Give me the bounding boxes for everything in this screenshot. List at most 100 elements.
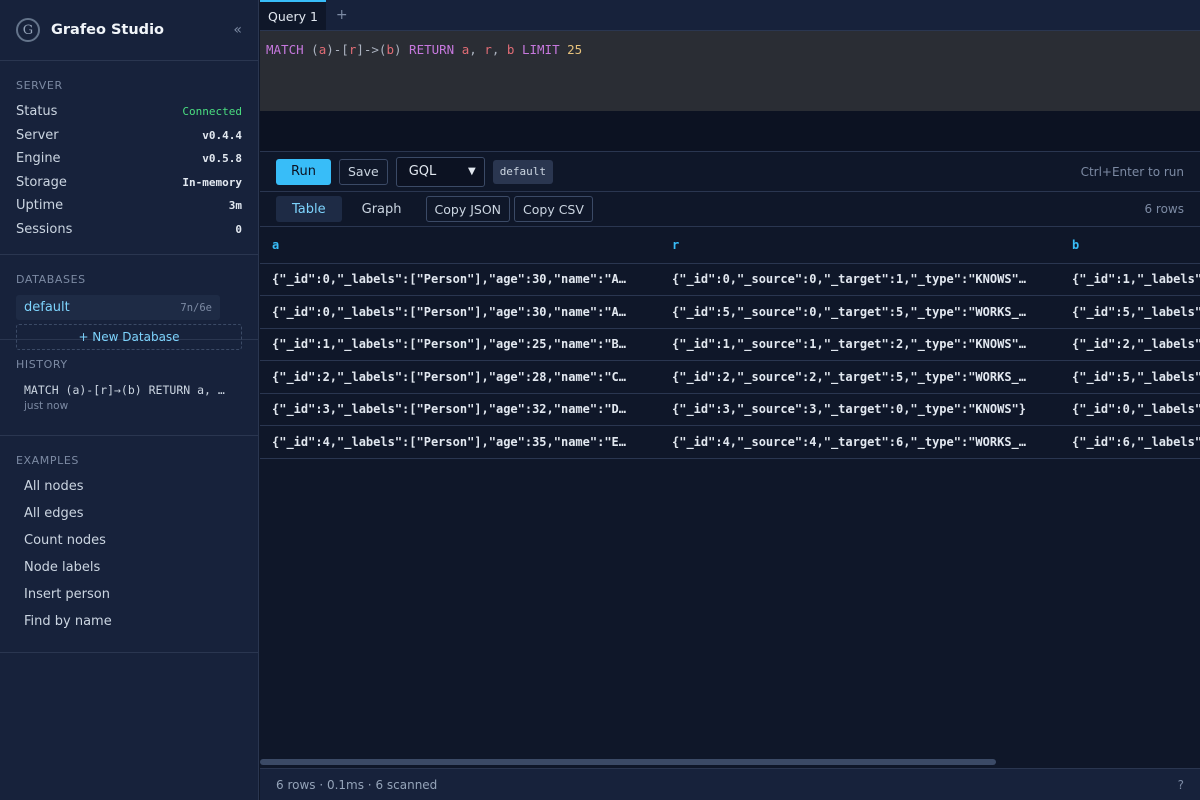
database-name: default [24, 300, 70, 315]
examples-section: EXAMPLES All nodes All edges Count nodes No… [0, 436, 258, 653]
server-info-label: Engine [16, 151, 61, 167]
table-cell[interactable]: {"_id":3,"_labels":["Person"],"age":32,"… [260, 393, 660, 426]
run-button[interactable]: Run [276, 158, 331, 185]
table-row[interactable]: {"_id":0,"_labels":["Person"],"age":30,"… [260, 295, 1200, 329]
table-cell[interactable]: {"_id":2,"_labels":["Person"],"age":28,"… [260, 360, 660, 394]
example-item[interactable]: Node labels [16, 554, 242, 581]
query-toolbar: Run Save GQL ▼ default Ctrl+Enter to run [260, 152, 1200, 192]
server-info-label: Sessions [16, 221, 73, 237]
table-row[interactable]: {"_id":4,"_labels":["Person"],"age":35,"… [260, 425, 1200, 459]
server-info-row: Server v0.4.4 [16, 124, 242, 148]
example-item[interactable]: Count nodes [16, 527, 242, 554]
table-row[interactable]: {"_id":3,"_labels":["Person"],"age":32,"… [260, 393, 1200, 426]
server-info-row: Sessions 0 [16, 218, 242, 242]
copy-csv-button[interactable]: Copy CSV [514, 196, 593, 222]
server-info-label: Status [16, 104, 58, 120]
results-toolbar: Table Graph Copy JSON Copy CSV 6 rows [260, 192, 1200, 227]
table-cell[interactable]: {"_id":0,"_labels":["Person"],"age":30,"… [1060, 393, 1200, 426]
tab-graph[interactable]: Graph [346, 196, 418, 222]
server-section-title: SERVER [16, 79, 63, 92]
query-token [454, 42, 462, 57]
add-tab-icon[interactable]: + [326, 0, 358, 30]
help-icon[interactable]: ? [1178, 778, 1184, 792]
table-cell[interactable]: {"_id":2,"_labels":["Person"],"age":28,"… [1060, 328, 1200, 361]
table-cell[interactable]: {"_id":5,"_labels":["Company"],"name":"A… [1060, 360, 1200, 394]
table-body: {"_id":0,"_labels":["Person"],"age":30,"… [260, 263, 1200, 459]
table-row[interactable]: {"_id":2,"_labels":["Person"],"age":28,"… [260, 360, 1200, 394]
table-cell[interactable]: {"_id":4,"_source":4,"_target":6,"_type"… [660, 425, 1060, 459]
table-cell[interactable]: {"_id":6,"_labels":["Company"],"name":"G… [1060, 425, 1200, 459]
query-token: , [491, 42, 507, 57]
server-info-row: Storage In-memory [16, 171, 242, 195]
server-info-list: Status Connected Server v0.4.4 Engine v0.5.8 S… [16, 100, 242, 241]
query-editor[interactable]: MATCH (a)-[r]->(b) RETURN a, r, b LIMIT … [260, 31, 1200, 111]
copy-json-button[interactable]: Copy JSON [425, 196, 511, 222]
examples-list: All nodes All edges Count nodes Node labels… [16, 473, 242, 635]
server-info-value: v0.5.8 [202, 152, 242, 166]
query-token [514, 42, 522, 57]
run-shortcut-hint: Ctrl+Enter to run [1080, 164, 1184, 179]
server-info-label: Storage [16, 174, 67, 190]
table-cell[interactable]: {"_id":1,"_labels":["Person"],"age":25,"… [1060, 263, 1200, 296]
server-info-row: Engine v0.5.8 [16, 147, 242, 171]
server-info-value: 3m [228, 199, 242, 213]
query-token: ) [393, 42, 410, 57]
example-item[interactable]: Insert person [16, 581, 242, 608]
example-item[interactable]: All edges [16, 500, 242, 527]
tab-query-1[interactable]: Query 1 [260, 0, 326, 30]
server-info-value: Connected [182, 105, 242, 119]
status-bar: 6 rows · 0.1ms · 6 scanned ? [260, 768, 1200, 800]
save-button[interactable]: Save [339, 158, 388, 185]
sidebar-header: G Grafeo Studio « [0, 0, 258, 61]
language-select[interactable]: GQL ▼ [395, 156, 485, 187]
history-item[interactable]: MATCH (a)-[r]→(b) RETURN a, … just now [16, 383, 242, 412]
column-header[interactable]: r [660, 227, 1060, 264]
main-panel: Query 1 + MATCH (a)-[r]->(b) RETURN a, r… [260, 0, 1200, 800]
table-cell[interactable]: {"_id":0,"_source":0,"_target":1,"_type"… [660, 263, 1060, 296]
row-count: 6 rows [1144, 202, 1184, 216]
results-table-container: arb {"_id":0,"_labels":["Person"],"age":… [260, 227, 1200, 769]
query-token: b [386, 42, 394, 57]
language-select-value: GQL [408, 164, 437, 179]
query-token: r [484, 42, 492, 57]
table-cell[interactable]: {"_id":0,"_labels":["Person"],"age":30,"… [260, 295, 660, 329]
query-token: ( [311, 42, 319, 57]
collapse-sidebar-icon[interactable]: « [233, 22, 242, 38]
column-header[interactable]: b [1060, 227, 1200, 264]
horizontal-scrollbar[interactable] [260, 759, 996, 765]
table-cell[interactable]: {"_id":0,"_labels":["Person"],"age":30,"… [260, 263, 660, 296]
sidebar: G Grafeo Studio « SERVER Status Connected… [0, 0, 259, 800]
history-query: MATCH (a)-[r]→(b) RETURN a, … [24, 383, 225, 397]
server-info-label: Server [16, 127, 59, 143]
server-info-label: Uptime [16, 198, 64, 214]
query-token: , [469, 42, 485, 57]
example-item[interactable]: Find by name [16, 608, 242, 635]
table-cell[interactable]: {"_id":4,"_labels":["Person"],"age":35,"… [260, 425, 660, 459]
tab-table[interactable]: Table [276, 196, 342, 222]
server-section: SERVER Status Connected Server v0.4.4 Engine… [0, 61, 258, 255]
history-list: MATCH (a)-[r]→(b) RETURN a, … just now [16, 383, 242, 412]
table-row[interactable]: {"_id":1,"_labels":["Person"],"age":25,"… [260, 328, 1200, 361]
table-cell[interactable]: {"_id":3,"_source":3,"_target":0,"_type"… [660, 393, 1060, 426]
table-cell[interactable]: {"_id":2,"_source":2,"_target":5,"_type"… [660, 360, 1060, 394]
query-stats: 6 rows · 0.1ms · 6 scanned [276, 777, 438, 792]
query-token: RETURN [409, 42, 455, 57]
query-token: 25 [567, 42, 583, 57]
server-info-value: v0.4.4 [202, 128, 242, 142]
table-cell[interactable]: {"_id":1,"_source":1,"_target":2,"_type"… [660, 328, 1060, 361]
logo-icon: G [16, 18, 40, 42]
table-cell[interactable]: {"_id":5,"_labels":["Company"],"name":"A… [1060, 295, 1200, 329]
query-token: LIMIT [521, 42, 560, 57]
table-row[interactable]: {"_id":0,"_labels":["Person"],"age":30,"… [260, 263, 1200, 296]
column-header[interactable]: a [260, 227, 660, 264]
example-item[interactable]: All nodes [16, 473, 242, 500]
query-tabbar: Query 1 + [260, 0, 1200, 31]
results-table: arb {"_id":0,"_labels":["Person"],"age":… [260, 227, 1200, 459]
table-cell[interactable]: {"_id":5,"_source":0,"_target":5,"_type"… [660, 295, 1060, 329]
databases-section-title: DATABASES [16, 273, 86, 286]
editor-gutter [260, 111, 1200, 152]
table-cell[interactable]: {"_id":1,"_labels":["Person"],"age":25,"… [260, 328, 660, 361]
history-timestamp: just now [24, 400, 69, 412]
server-info-value: 0 [235, 222, 242, 236]
server-info-row: Uptime 3m [16, 194, 242, 218]
